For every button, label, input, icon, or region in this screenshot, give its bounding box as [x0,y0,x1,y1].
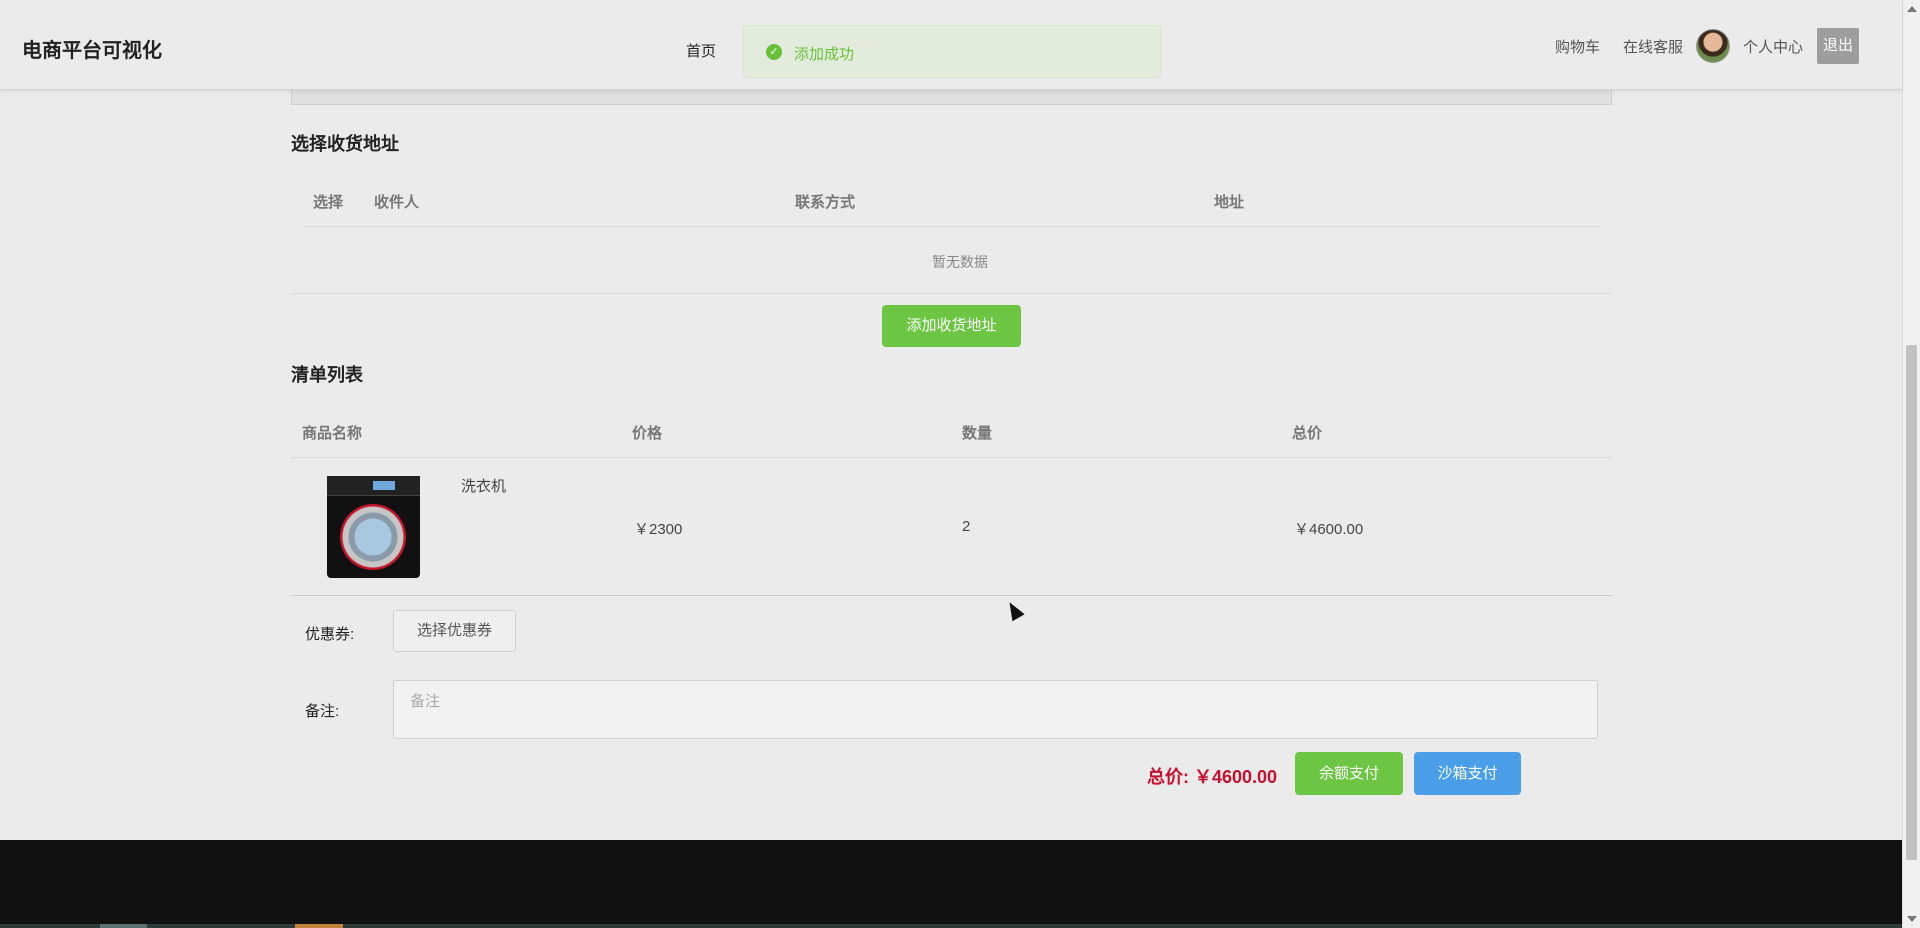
mouse-cursor-icon [1003,598,1025,622]
washer-display [373,481,395,490]
order-table-bottom [291,595,1612,596]
product-quantity: 2 [962,518,971,535]
nav-home-link[interactable]: 首页 [686,40,716,61]
remark-label: 备注: [305,703,340,720]
success-toast: ✓ 添加成功 [743,25,1161,78]
scrollbar-thumb[interactable] [1906,345,1917,860]
avatar[interactable] [1696,29,1730,63]
product-price: ￥2300 [634,521,683,538]
nav-cart-link[interactable]: 购物车 [1555,36,1600,57]
scroll-up-arrow-icon[interactable] [1907,6,1917,12]
address-col-contact: 联系方式 [795,194,856,211]
address-header-divider [302,226,1600,227]
product-name[interactable]: 洗衣机 [461,475,506,496]
nav-service-link[interactable]: 在线客服 [1623,36,1683,57]
page-footer [0,840,1902,928]
washer-door [340,504,406,570]
coupon-label: 优惠券: [305,626,355,643]
address-col-address: 地址 [1214,194,1245,211]
address-col-select: 选择 [313,194,344,211]
address-table-bottom [291,293,1612,294]
balance-pay-button[interactable]: 余额支付 [1295,752,1403,795]
previous-section-edge [291,90,1612,105]
brand-title: 电商平台可视化 [22,40,162,62]
remark-textarea[interactable] [393,680,1598,739]
sandbox-pay-button[interactable]: 沙箱支付 [1414,752,1521,795]
product-image-washing-machine[interactable] [327,476,420,578]
address-col-recipient: 收件人 [374,194,420,211]
order-header-divider [291,457,1612,458]
toast-message: 添加成功 [794,46,855,63]
address-empty-text: 暂无数据 [932,254,988,270]
order-list-title: 清单列表 [291,365,363,385]
select-coupon-button[interactable]: 选择优惠券 [393,610,516,652]
scroll-down-arrow-icon[interactable] [1907,916,1917,922]
order-total-price: 总价: ￥4600.00 [1147,767,1278,787]
logout-button[interactable]: 退出 [1817,28,1859,64]
nav-profile-link[interactable]: 个人中心 [1743,36,1803,57]
product-total: ￥4600.00 [1294,521,1364,538]
taskbar-seg [295,924,343,928]
order-col-price: 价格 [632,425,663,442]
order-col-total: 总价 [1292,425,1323,442]
order-col-name: 商品名称 [302,425,363,442]
add-address-button[interactable]: 添加收货地址 [882,305,1021,347]
check-circle-icon: ✓ [766,44,782,60]
taskbar-strip [0,924,1920,928]
order-col-quantity: 数量 [962,425,993,442]
taskbar-seg [100,924,147,928]
page-scrollbar[interactable] [1902,0,1920,928]
address-section-title: 选择收货地址 [291,134,399,154]
